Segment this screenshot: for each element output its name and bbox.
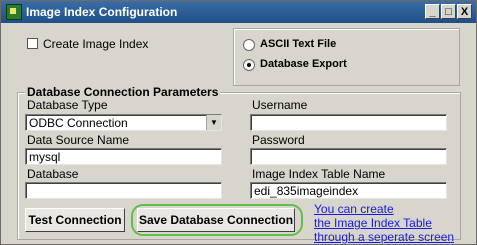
window-title: Image Index Configuration bbox=[26, 5, 178, 19]
data-source-name-label: Data Source Name bbox=[27, 133, 130, 147]
create-image-index-checkbox[interactable] bbox=[27, 38, 38, 49]
database-type-value: ODBC Connection bbox=[29, 116, 128, 130]
username-input[interactable] bbox=[250, 114, 447, 131]
image-index-table-name-input[interactable]: edi_835imageindex bbox=[250, 182, 447, 199]
create-image-index-label: Create Image Index bbox=[43, 37, 149, 51]
password-input[interactable] bbox=[250, 148, 447, 165]
database-connection-group-title: Database Connection Parameters bbox=[25, 85, 221, 99]
database-type-select[interactable]: ODBC Connection ▼ bbox=[25, 114, 222, 131]
test-connection-button[interactable]: Test Connection bbox=[25, 208, 125, 232]
create-table-link-line3[interactable]: through a seperate screen bbox=[314, 230, 454, 244]
password-label: Password bbox=[252, 133, 305, 147]
ascii-text-file-radio[interactable] bbox=[243, 39, 255, 51]
database-export-radio[interactable] bbox=[243, 59, 255, 71]
create-table-link-line2[interactable]: the Image Index Table bbox=[314, 216, 432, 230]
output-type-group bbox=[233, 28, 460, 86]
create-table-link-line1[interactable]: You can create bbox=[314, 202, 394, 216]
maximize-button[interactable]: □ bbox=[441, 4, 456, 19]
config-window: Image Index Configuration _ □ X Create I… bbox=[0, 0, 477, 245]
title-bar[interactable]: Image Index Configuration _ □ X bbox=[1, 1, 476, 23]
username-label: Username bbox=[252, 98, 308, 112]
app-icon bbox=[6, 4, 22, 20]
ascii-text-file-label: ASCII Text File bbox=[260, 38, 337, 50]
minimize-button[interactable]: _ bbox=[425, 4, 440, 19]
image-index-table-name-label: Image Index Table Name bbox=[252, 167, 386, 181]
database-type-label: Database Type bbox=[27, 98, 108, 112]
database-label: Database bbox=[27, 167, 79, 181]
save-database-connection-button[interactable]: Save Database Connection bbox=[137, 208, 295, 232]
database-input[interactable] bbox=[25, 182, 222, 199]
database-export-label: Database Export bbox=[260, 58, 347, 70]
chevron-down-icon[interactable]: ▼ bbox=[206, 115, 221, 130]
close-button[interactable]: X bbox=[457, 4, 472, 19]
data-source-name-input[interactable]: mysql bbox=[25, 148, 222, 165]
